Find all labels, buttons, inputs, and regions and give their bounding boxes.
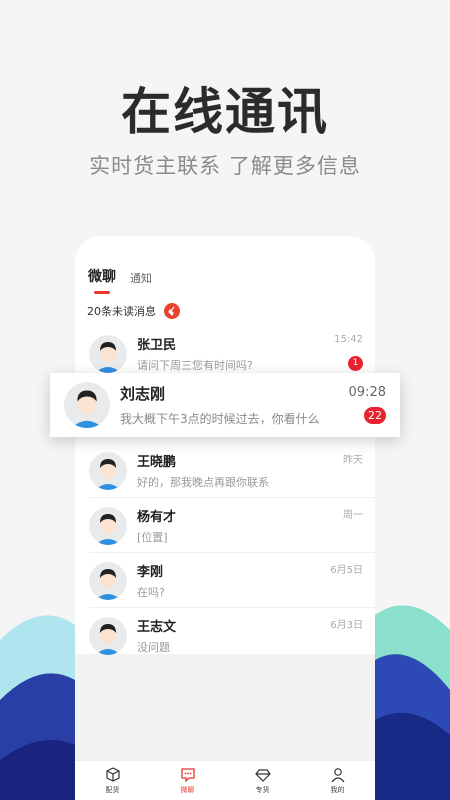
message-preview: 请问下周三您有时间吗? bbox=[137, 359, 253, 372]
box-icon bbox=[105, 766, 120, 782]
highlighted-conversation-card[interactable]: 刘志刚 我大概下午3点的时候过去，你看什么 09:28 22 bbox=[50, 373, 400, 437]
tab-bar: 微聊 通知 bbox=[75, 236, 375, 294]
avatar bbox=[89, 506, 127, 545]
tab-chat[interactable]: 微聊 bbox=[88, 266, 116, 294]
list-item[interactable]: 杨有才 [位置] 周一 bbox=[75, 498, 375, 553]
nav-label: 专货 bbox=[255, 785, 270, 794]
message-preview: 在吗? bbox=[137, 586, 165, 599]
avatar bbox=[89, 616, 127, 655]
message-preview: 我大概下午3点的时候过去，你看什么 bbox=[120, 412, 320, 426]
chat-icon bbox=[180, 767, 195, 783]
user-icon bbox=[331, 767, 344, 782]
unread-count-text: 20条未读消息 bbox=[87, 305, 156, 318]
nav-item-special[interactable]: 专货 bbox=[233, 767, 293, 795]
unread-summary: 20条未读消息 bbox=[75, 286, 375, 326]
list-item[interactable]: 王晓鹏 好的，那我晚点再跟你联系 昨天 bbox=[75, 443, 375, 498]
message-preview: 好的，那我晚点再跟你联系 bbox=[137, 476, 269, 489]
broom-icon[interactable] bbox=[164, 303, 180, 319]
unread-badge: 1 bbox=[348, 356, 363, 371]
message-preview: [位置] bbox=[137, 531, 168, 544]
message-time: 09:28 bbox=[348, 385, 386, 400]
avatar bbox=[89, 334, 127, 373]
message-time: 周一 bbox=[343, 510, 363, 521]
nav-item-profile[interactable]: 我的 bbox=[308, 767, 368, 795]
nav-item-chat[interactable]: 微聊 bbox=[158, 767, 218, 795]
avatar bbox=[89, 561, 127, 600]
avatar bbox=[64, 382, 110, 428]
nav-item-dispatch[interactable]: 配货 bbox=[83, 766, 143, 795]
contact-name: 杨有才 bbox=[137, 510, 177, 525]
diamond-icon bbox=[254, 768, 271, 782]
nav-label: 我的 bbox=[330, 785, 345, 794]
unread-badge: 22 bbox=[364, 407, 386, 424]
tab-notifications[interactable]: 通知 bbox=[130, 270, 152, 286]
list-item[interactable]: 李刚 在吗? 6月5日 bbox=[75, 553, 375, 608]
bottom-nav: 配货 微聊 专货 我的 bbox=[75, 760, 375, 800]
nav-label: 配货 bbox=[105, 785, 120, 794]
phone-frame: 微聊 通知 20条未读消息 张卫民 请问下周三您有时间吗? 15:42 1 王晓… bbox=[75, 236, 375, 800]
nav-label: 微聊 bbox=[180, 785, 195, 794]
message-time: 6月5日 bbox=[330, 565, 363, 576]
message-preview: 没问题 bbox=[137, 641, 170, 654]
contact-name: 王晓鹏 bbox=[137, 455, 177, 470]
message-time: 15:42 bbox=[334, 334, 363, 345]
list-item[interactable]: 王志文 没问题 6月3日 bbox=[75, 608, 375, 663]
message-time: 6月3日 bbox=[330, 620, 363, 631]
message-time: 昨天 bbox=[343, 455, 363, 466]
avatar bbox=[89, 451, 127, 490]
hero-subtitle: 实时货主联系 了解更多信息 bbox=[89, 154, 361, 178]
hero-title: 在线通讯 bbox=[121, 83, 329, 141]
